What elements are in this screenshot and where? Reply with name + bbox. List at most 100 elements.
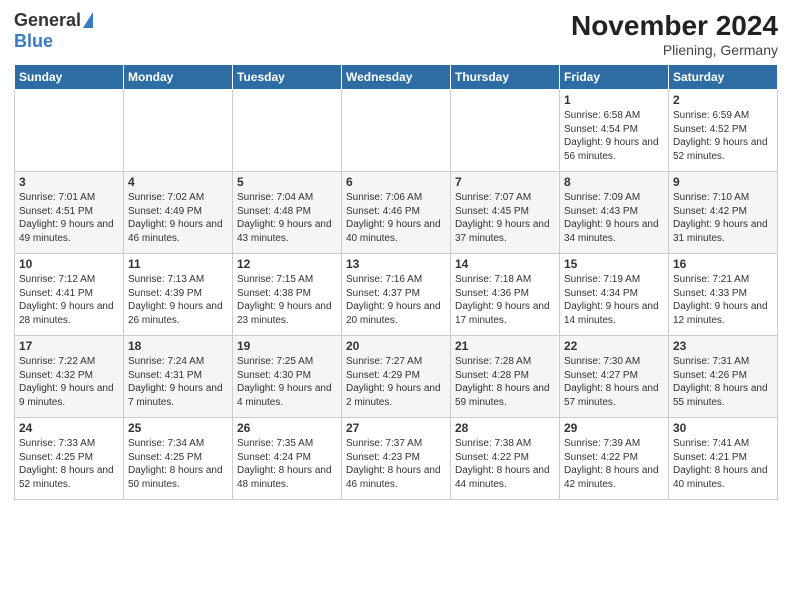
calendar-cell: 16 Sunrise: 7:21 AMSunset: 4:33 PMDayligh… bbox=[669, 254, 778, 336]
calendar-cell: 11 Sunrise: 7:13 AMSunset: 4:39 PMDayligh… bbox=[124, 254, 233, 336]
day-number: 23 bbox=[673, 339, 773, 353]
day-number: 9 bbox=[673, 175, 773, 189]
page-container: General Blue November 2024 Pliening, Ger… bbox=[0, 0, 792, 508]
calendar-cell: 27 Sunrise: 7:37 AMSunset: 4:23 PMDayligh… bbox=[342, 418, 451, 500]
day-number: 5 bbox=[237, 175, 337, 189]
day-number: 27 bbox=[346, 421, 446, 435]
day-number: 3 bbox=[19, 175, 119, 189]
day-info: Sunrise: 7:39 AMSunset: 4:22 PMDaylight:… bbox=[564, 437, 664, 491]
calendar-table: Sunday Monday Tuesday Wednesday Thursday… bbox=[14, 64, 778, 500]
calendar-cell: 18 Sunrise: 7:24 AMSunset: 4:31 PMDayligh… bbox=[124, 336, 233, 418]
calendar-cell: 23 Sunrise: 7:31 AMSunset: 4:26 PMDayligh… bbox=[669, 336, 778, 418]
calendar-cell: 21 Sunrise: 7:28 AMSunset: 4:28 PMDayligh… bbox=[451, 336, 560, 418]
day-number: 21 bbox=[455, 339, 555, 353]
day-number: 28 bbox=[455, 421, 555, 435]
day-info: Sunrise: 7:28 AMSunset: 4:28 PMDaylight:… bbox=[455, 355, 555, 409]
day-info: Sunrise: 7:38 AMSunset: 4:22 PMDaylight:… bbox=[455, 437, 555, 491]
day-info: Sunrise: 7:33 AMSunset: 4:25 PMDaylight:… bbox=[19, 437, 119, 491]
day-number: 4 bbox=[128, 175, 228, 189]
calendar-cell: 12 Sunrise: 7:15 AMSunset: 4:38 PMDayligh… bbox=[233, 254, 342, 336]
calendar-cell: 10 Sunrise: 7:12 AMSunset: 4:41 PMDayligh… bbox=[15, 254, 124, 336]
calendar-location: Pliening, Germany bbox=[571, 42, 778, 58]
weekday-header-row: Sunday Monday Tuesday Wednesday Thursday… bbox=[15, 65, 778, 90]
calendar-cell: 20Sunrise: 7:27 AMSunset: 4:29 PMDayligh… bbox=[342, 336, 451, 418]
calendar-cell: 4 Sunrise: 7:02 AMSunset: 4:49 PMDaylight… bbox=[124, 172, 233, 254]
calendar-cell: 9 Sunrise: 7:10 AMSunset: 4:42 PMDaylight… bbox=[669, 172, 778, 254]
calendar-cell: 22Sunrise: 7:30 AMSunset: 4:27 PMDayligh… bbox=[560, 336, 669, 418]
day-number: 29 bbox=[564, 421, 664, 435]
calendar-week-row: 3 Sunrise: 7:01 AMSunset: 4:51 PMDaylight… bbox=[15, 172, 778, 254]
day-number: 16 bbox=[673, 257, 773, 271]
day-info: Sunrise: 7:19 AMSunset: 4:34 PMDaylight:… bbox=[564, 273, 664, 327]
col-monday: Monday bbox=[124, 65, 233, 90]
calendar-cell: 15 Sunrise: 7:19 AMSunset: 4:34 PMDayligh… bbox=[560, 254, 669, 336]
day-number: 7 bbox=[455, 175, 555, 189]
day-info: Sunrise: 7:24 AMSunset: 4:31 PMDaylight:… bbox=[128, 355, 228, 409]
title-block: November 2024 Pliening, Germany bbox=[571, 10, 778, 58]
day-info: Sunrise: 7:10 AMSunset: 4:42 PMDaylight:… bbox=[673, 191, 773, 245]
col-thursday: Thursday bbox=[451, 65, 560, 90]
day-info: Sunrise: 7:41 AMSunset: 4:21 PMDaylight:… bbox=[673, 437, 773, 491]
day-info: Sunrise: 7:01 AMSunset: 4:51 PMDaylight:… bbox=[19, 191, 119, 245]
header: General Blue November 2024 Pliening, Ger… bbox=[14, 10, 778, 58]
logo-triangle-icon bbox=[83, 12, 93, 28]
calendar-cell: 30 Sunrise: 7:41 AMSunset: 4:21 PMDayligh… bbox=[669, 418, 778, 500]
col-friday: Friday bbox=[560, 65, 669, 90]
day-number: 20 bbox=[346, 339, 446, 353]
day-info: Sunrise: 7:04 AMSunset: 4:48 PMDaylight:… bbox=[237, 191, 337, 245]
day-number: 12 bbox=[237, 257, 337, 271]
day-info: Sunrise: 7:31 AMSunset: 4:26 PMDaylight:… bbox=[673, 355, 773, 409]
day-number: 24 bbox=[19, 421, 119, 435]
calendar-cell: 2Sunrise: 6:59 AMSunset: 4:52 PMDaylight… bbox=[669, 90, 778, 172]
day-info: Sunrise: 6:59 AMSunset: 4:52 PMDaylight:… bbox=[673, 109, 773, 163]
calendar-cell: 6 Sunrise: 7:06 AMSunset: 4:46 PMDaylight… bbox=[342, 172, 451, 254]
day-info: Sunrise: 7:09 AMSunset: 4:43 PMDaylight:… bbox=[564, 191, 664, 245]
calendar-cell: 17 Sunrise: 7:22 AMSunset: 4:32 PMDayligh… bbox=[15, 336, 124, 418]
day-info: Sunrise: 7:06 AMSunset: 4:46 PMDaylight:… bbox=[346, 191, 446, 245]
calendar-cell: 28 Sunrise: 7:38 AMSunset: 4:22 PMDayligh… bbox=[451, 418, 560, 500]
calendar-cell bbox=[15, 90, 124, 172]
day-number: 11 bbox=[128, 257, 228, 271]
calendar-cell bbox=[342, 90, 451, 172]
day-info: Sunrise: 7:02 AMSunset: 4:49 PMDaylight:… bbox=[128, 191, 228, 245]
calendar-title: November 2024 bbox=[571, 10, 778, 42]
calendar-cell: 24 Sunrise: 7:33 AMSunset: 4:25 PMDayligh… bbox=[15, 418, 124, 500]
day-info: Sunrise: 7:13 AMSunset: 4:39 PMDaylight:… bbox=[128, 273, 228, 327]
day-number: 1 bbox=[564, 93, 664, 107]
col-wednesday: Wednesday bbox=[342, 65, 451, 90]
calendar-cell: 26Sunrise: 7:35 AMSunset: 4:24 PMDayligh… bbox=[233, 418, 342, 500]
day-number: 19 bbox=[237, 339, 337, 353]
calendar-cell: 19Sunrise: 7:25 AMSunset: 4:30 PMDayligh… bbox=[233, 336, 342, 418]
calendar-cell: 1 Sunrise: 6:58 AMSunset: 4:54 PMDaylight… bbox=[560, 90, 669, 172]
calendar-cell: 25Sunrise: 7:34 AMSunset: 4:25 PMDayligh… bbox=[124, 418, 233, 500]
day-info: Sunrise: 7:12 AMSunset: 4:41 PMDaylight:… bbox=[19, 273, 119, 327]
calendar-cell: 29 Sunrise: 7:39 AMSunset: 4:22 PMDayligh… bbox=[560, 418, 669, 500]
day-info: Sunrise: 7:37 AMSunset: 4:23 PMDaylight:… bbox=[346, 437, 446, 491]
calendar-cell: 13 Sunrise: 7:16 AMSunset: 4:37 PMDayligh… bbox=[342, 254, 451, 336]
day-number: 17 bbox=[19, 339, 119, 353]
logo-blue-text: Blue bbox=[14, 31, 53, 52]
calendar-cell bbox=[233, 90, 342, 172]
calendar-cell: 7Sunrise: 7:07 AMSunset: 4:45 PMDaylight… bbox=[451, 172, 560, 254]
calendar-week-row: 1 Sunrise: 6:58 AMSunset: 4:54 PMDaylight… bbox=[15, 90, 778, 172]
calendar-cell: 3 Sunrise: 7:01 AMSunset: 4:51 PMDaylight… bbox=[15, 172, 124, 254]
day-number: 30 bbox=[673, 421, 773, 435]
calendar-week-row: 24 Sunrise: 7:33 AMSunset: 4:25 PMDayligh… bbox=[15, 418, 778, 500]
col-saturday: Saturday bbox=[669, 65, 778, 90]
col-tuesday: Tuesday bbox=[233, 65, 342, 90]
calendar-body: 1 Sunrise: 6:58 AMSunset: 4:54 PMDaylight… bbox=[15, 90, 778, 500]
day-number: 18 bbox=[128, 339, 228, 353]
day-info: Sunrise: 7:22 AMSunset: 4:32 PMDaylight:… bbox=[19, 355, 119, 409]
day-number: 14 bbox=[455, 257, 555, 271]
day-info: Sunrise: 7:15 AMSunset: 4:38 PMDaylight:… bbox=[237, 273, 337, 327]
day-number: 6 bbox=[346, 175, 446, 189]
day-info: Sunrise: 7:16 AMSunset: 4:37 PMDaylight:… bbox=[346, 273, 446, 327]
calendar-week-row: 17 Sunrise: 7:22 AMSunset: 4:32 PMDayligh… bbox=[15, 336, 778, 418]
day-info: Sunrise: 6:58 AMSunset: 4:54 PMDaylight:… bbox=[564, 109, 664, 163]
day-number: 13 bbox=[346, 257, 446, 271]
day-number: 10 bbox=[19, 257, 119, 271]
day-info: Sunrise: 7:34 AMSunset: 4:25 PMDaylight:… bbox=[128, 437, 228, 491]
col-sunday: Sunday bbox=[15, 65, 124, 90]
day-info: Sunrise: 7:21 AMSunset: 4:33 PMDaylight:… bbox=[673, 273, 773, 327]
day-number: 15 bbox=[564, 257, 664, 271]
